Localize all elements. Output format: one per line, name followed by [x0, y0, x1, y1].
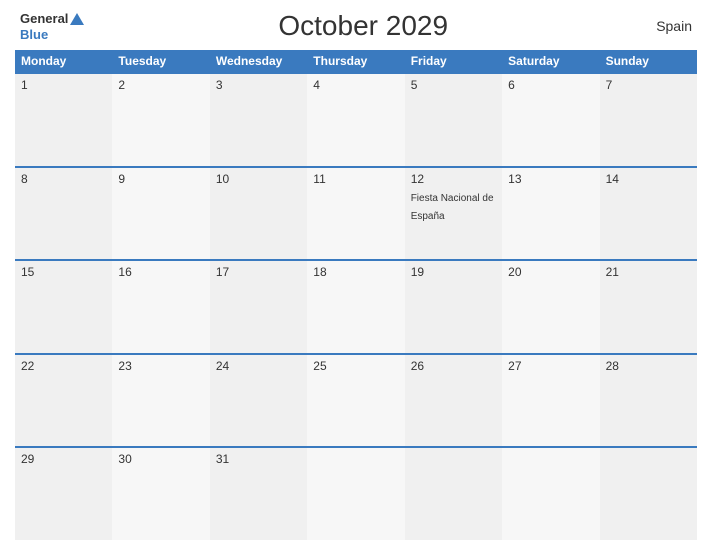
cell-oct-1: 1 [15, 74, 112, 166]
cell-oct-30: 30 [112, 448, 209, 540]
cell-oct-17: 17 [210, 261, 307, 353]
logo-blue: Blue [20, 28, 84, 42]
week-3: 15 16 17 18 19 20 21 [15, 259, 697, 353]
weekday-tuesday: Tuesday [112, 50, 209, 72]
logo-general: General [20, 10, 84, 28]
week-2: 8 9 10 11 12 Fiesta Nacional de España 1… [15, 166, 697, 260]
cell-empty-2 [405, 448, 502, 540]
weekday-thursday: Thursday [307, 50, 404, 72]
weekday-saturday: Saturday [502, 50, 599, 72]
header: General Blue October 2029 Spain [15, 10, 697, 42]
event-fiesta: Fiesta Nacional de España [411, 193, 494, 222]
cell-oct-27: 27 [502, 355, 599, 447]
weekday-friday: Friday [405, 50, 502, 72]
cell-oct-25: 25 [307, 355, 404, 447]
cell-oct-19: 19 [405, 261, 502, 353]
cell-oct-20: 20 [502, 261, 599, 353]
calendar-title: October 2029 [84, 10, 642, 42]
cell-oct-29: 29 [15, 448, 112, 540]
cell-empty-4 [600, 448, 697, 540]
cell-oct-31: 31 [210, 448, 307, 540]
cell-oct-3: 3 [210, 74, 307, 166]
country-label: Spain [642, 18, 692, 34]
logo-triangle-icon [70, 13, 84, 25]
page: General Blue October 2029 Spain Monday T… [0, 0, 712, 550]
cell-oct-7: 7 [600, 74, 697, 166]
weekday-wednesday: Wednesday [210, 50, 307, 72]
cell-oct-9: 9 [112, 168, 209, 260]
cell-oct-5: 5 [405, 74, 502, 166]
cell-oct-24: 24 [210, 355, 307, 447]
cell-oct-21: 21 [600, 261, 697, 353]
cell-oct-15: 15 [15, 261, 112, 353]
cell-oct-10: 10 [210, 168, 307, 260]
cell-oct-6: 6 [502, 74, 599, 166]
cell-oct-14: 14 [600, 168, 697, 260]
cell-oct-13: 13 [502, 168, 599, 260]
cell-oct-12: 12 Fiesta Nacional de España [405, 168, 502, 260]
week-1: 1 2 3 4 5 6 7 [15, 72, 697, 166]
cell-oct-18: 18 [307, 261, 404, 353]
logo: General Blue [20, 10, 84, 42]
cell-oct-26: 26 [405, 355, 502, 447]
cell-oct-22: 22 [15, 355, 112, 447]
week-4: 22 23 24 25 26 27 28 [15, 353, 697, 447]
cell-oct-8: 8 [15, 168, 112, 260]
cell-empty-1 [307, 448, 404, 540]
cell-oct-2: 2 [112, 74, 209, 166]
cell-oct-4: 4 [307, 74, 404, 166]
cell-oct-28: 28 [600, 355, 697, 447]
cell-oct-23: 23 [112, 355, 209, 447]
week-5: 29 30 31 [15, 446, 697, 540]
calendar-header: Monday Tuesday Wednesday Thursday Friday… [15, 50, 697, 72]
weekday-monday: Monday [15, 50, 112, 72]
cell-oct-16: 16 [112, 261, 209, 353]
cell-oct-11: 11 [307, 168, 404, 260]
calendar: Monday Tuesday Wednesday Thursday Friday… [15, 50, 697, 540]
calendar-body: 1 2 3 4 5 6 7 8 9 10 11 12 Fiesta Nacion… [15, 72, 697, 540]
cell-empty-3 [502, 448, 599, 540]
weekday-sunday: Sunday [600, 50, 697, 72]
